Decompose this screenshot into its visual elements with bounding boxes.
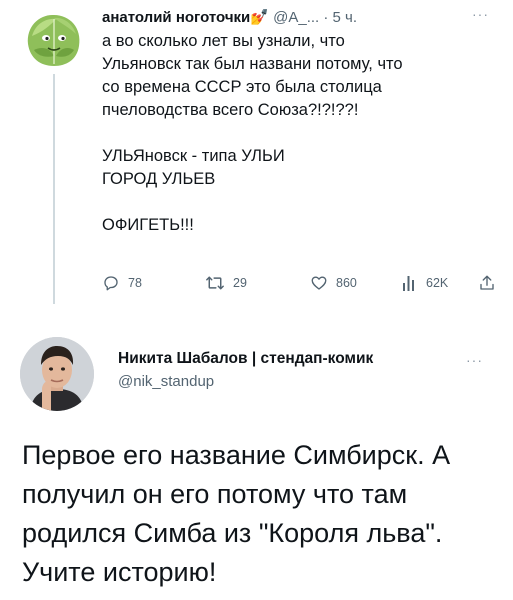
tweet-paragraph: УЛЬЯновск - типа УЛЬИ ГОРОД УЛЬЕВ <box>102 147 285 188</box>
author-avatar[interactable] <box>20 337 94 411</box>
heart-icon <box>311 276 327 290</box>
tweet-time[interactable]: 5 ч. <box>333 9 358 26</box>
nail-polish-emoji: 💅 <box>250 9 269 26</box>
tweet-body: а во сколько лет вы узнали, что Ульяновс… <box>102 30 502 237</box>
reply-button[interactable]: 78 <box>102 274 142 292</box>
like-button[interactable]: 860 <box>310 274 357 292</box>
author-handle[interactable]: @nik_standup <box>118 373 214 390</box>
views-count: 62K <box>426 276 449 290</box>
reply-icon <box>104 276 118 291</box>
like-count: 860 <box>336 276 357 290</box>
author-name[interactable]: Никита Шабалов | стендап-комик <box>118 350 373 368</box>
views-button[interactable]: 62K <box>402 274 448 292</box>
more-options-icon[interactable]: ··· <box>466 352 483 368</box>
share-button[interactable] <box>478 274 496 292</box>
reply-count: 78 <box>128 276 142 290</box>
retweet-icon <box>206 276 224 290</box>
tweet-body: Первое его название Симбирск. А получил … <box>22 436 502 592</box>
tweet-paragraph: Первое его название Симбирск. А получил … <box>22 440 451 587</box>
author-avatar[interactable] <box>22 6 86 70</box>
tweet-paragraph: ОФИГЕТЬ!!! <box>102 216 194 234</box>
author-handle[interactable]: @А_... <box>273 9 319 26</box>
views-chart-icon <box>403 276 414 291</box>
tweet-paragraph: а во сколько лет вы узнали, что Ульяновс… <box>102 32 403 119</box>
tweet-header: анатолий ноготочки💅 @А_... · 5 ч. <box>102 8 357 28</box>
thread-connector-line <box>53 74 55 304</box>
cabbage-avatar-image <box>22 6 86 70</box>
meta-separator: · <box>323 9 329 26</box>
more-options-icon[interactable]: ··· <box>472 6 489 22</box>
author-name[interactable]: анатолий ноготочки <box>102 9 250 26</box>
retweet-count: 29 <box>233 276 247 290</box>
share-icon <box>480 275 494 290</box>
portrait-avatar-image <box>20 337 94 411</box>
retweet-button[interactable]: 29 <box>205 274 247 292</box>
tweet-actions-bar: 78 29 860 62K <box>102 274 502 298</box>
